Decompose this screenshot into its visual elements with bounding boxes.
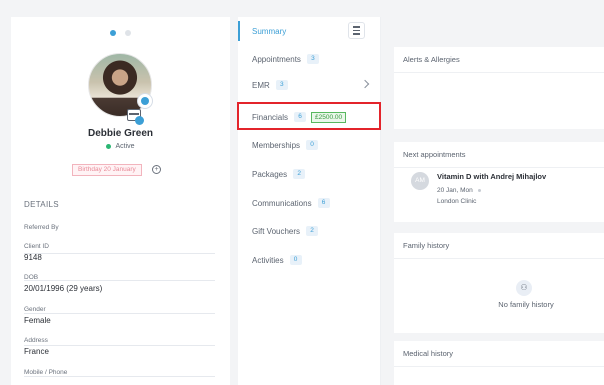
panel-title: Medical history	[394, 341, 604, 367]
nav-label: Activities	[252, 255, 284, 265]
next-appointments-panel: Next appointments AM Vitamin D with Andr…	[394, 142, 604, 222]
field-label: Referred By	[24, 224, 59, 231]
panel-title: Family history	[394, 233, 604, 259]
empty-state-text: No family history	[498, 300, 554, 309]
add-circle-icon[interactable]: +	[152, 165, 161, 174]
field-value: France	[24, 347, 49, 356]
count-badge: 6	[317, 198, 330, 208]
count-badge: 2	[293, 169, 306, 179]
nav-label: EMR	[252, 80, 270, 90]
status-dot-icon	[106, 143, 112, 149]
appointment-title[interactable]: Vitamin D with Andrej Mihajlov	[437, 172, 546, 181]
menu-icon[interactable]	[348, 22, 365, 39]
count-badge: 2	[306, 226, 319, 236]
highlight-box	[237, 102, 381, 130]
client-profile-card: Debbie Green Active Birthday 20 January …	[11, 17, 230, 385]
carousel-dot[interactable]	[125, 30, 131, 36]
separator-dot-icon	[477, 188, 481, 192]
birthday-badge: Birthday 20 January	[72, 164, 142, 176]
client-name: Debbie Green	[87, 128, 154, 139]
nav-gift-vouchers[interactable]: Gift Vouchers 2	[238, 221, 381, 241]
practitioner-avatar: AM	[411, 172, 429, 190]
photo-edit-icon[interactable]	[137, 93, 153, 109]
count-badge: 3	[306, 54, 319, 64]
family-history-panel: Family history ⚇ No family history	[394, 233, 604, 333]
nav-label: Gift Vouchers	[252, 226, 301, 236]
appointment-date-text: 20 Jan, Mon	[437, 187, 473, 194]
appointment-location: London Clinic	[437, 198, 477, 205]
medical-history-panel: Medical history	[394, 341, 604, 385]
details-heading: DETAILS	[24, 200, 59, 209]
nav-label: Memberships	[252, 140, 301, 150]
nav-communications[interactable]: Communications 6	[238, 193, 381, 213]
nav-emr[interactable]: EMR 3	[238, 75, 381, 95]
field-label: Client ID	[24, 243, 49, 250]
field-label: Address	[24, 337, 48, 344]
field-label: DOB	[24, 274, 39, 281]
family-icon: ⚇	[516, 280, 532, 296]
status-badge: Active	[11, 143, 230, 150]
add-card-icon[interactable]	[135, 116, 144, 125]
appointment-date: 20 Jan, Mon	[437, 187, 481, 194]
field-label: Gender	[24, 306, 46, 313]
field-mobile-phone: Mobile / Phone	[24, 369, 215, 385]
nav-label: Communications	[252, 198, 312, 208]
field-value: Female	[24, 316, 51, 325]
nav-memberships[interactable]: Memberships 0	[238, 135, 381, 155]
nav-label: Packages	[252, 169, 288, 179]
field-value: 20/01/1996 (29 years)	[24, 284, 103, 293]
carousel-dot-active[interactable]	[110, 30, 116, 36]
alerts-allergies-panel: Alerts & Allergies	[394, 47, 604, 129]
count-badge: 0	[289, 255, 302, 265]
status-text: Active	[115, 143, 135, 150]
count-badge: 3	[275, 80, 288, 90]
carousel-dots[interactable]	[110, 30, 131, 36]
nav-label: Summary	[252, 26, 287, 36]
client-section-nav: Summary Appointments 3 EMR 3 Financials …	[238, 17, 381, 385]
count-badge: 0	[306, 140, 319, 150]
nav-activities[interactable]: Activities 0	[238, 250, 381, 270]
field-label: Mobile / Phone	[24, 369, 68, 376]
panel-title: Next appointments	[394, 142, 604, 168]
panel-title: Alerts & Allergies	[394, 47, 604, 73]
field-value: 9148	[24, 253, 42, 262]
nav-packages[interactable]: Packages 2	[238, 164, 381, 184]
nav-appointments[interactable]: Appointments 3	[238, 49, 381, 69]
nav-label: Appointments	[252, 54, 301, 64]
